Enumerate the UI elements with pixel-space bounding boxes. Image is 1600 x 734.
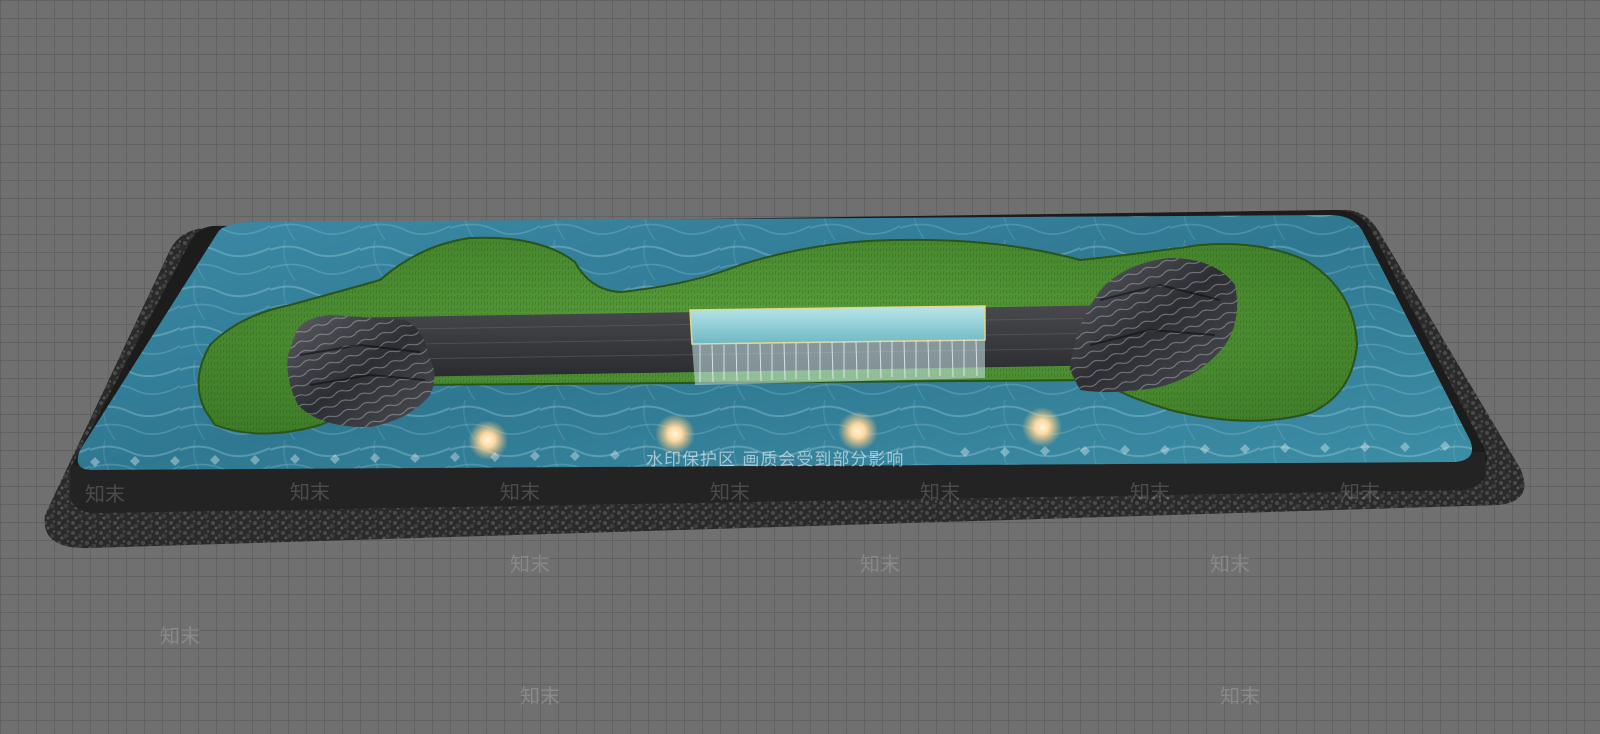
watermark-brand: 知末: [160, 624, 200, 648]
pool-light: [468, 420, 508, 460]
waterfall-channel: [689, 305, 986, 385]
watermark-brand: 知末: [520, 684, 560, 708]
left-boulder: [287, 315, 435, 428]
watermark-brand: 知末: [1220, 684, 1260, 708]
watermark-brand: 知末: [290, 480, 330, 504]
scene-canvas: [0, 0, 1600, 734]
watermark-brand: 知末: [500, 480, 540, 504]
watermark-brand: 知末: [85, 482, 125, 506]
watermark-brand: 知末: [710, 480, 750, 504]
watermark-brand: 知末: [1130, 480, 1170, 504]
pool-light: [1022, 407, 1062, 447]
watermark-brand: 知末: [860, 552, 900, 576]
watermark-brand: 知末: [510, 552, 550, 576]
watermark-notice: 水印保护区 画质会受到部分影响: [646, 450, 905, 470]
watermark-brand: 知末: [1340, 480, 1380, 504]
watermark-brand: 知末: [920, 480, 960, 504]
watermark-brand: 知末: [1210, 552, 1250, 576]
